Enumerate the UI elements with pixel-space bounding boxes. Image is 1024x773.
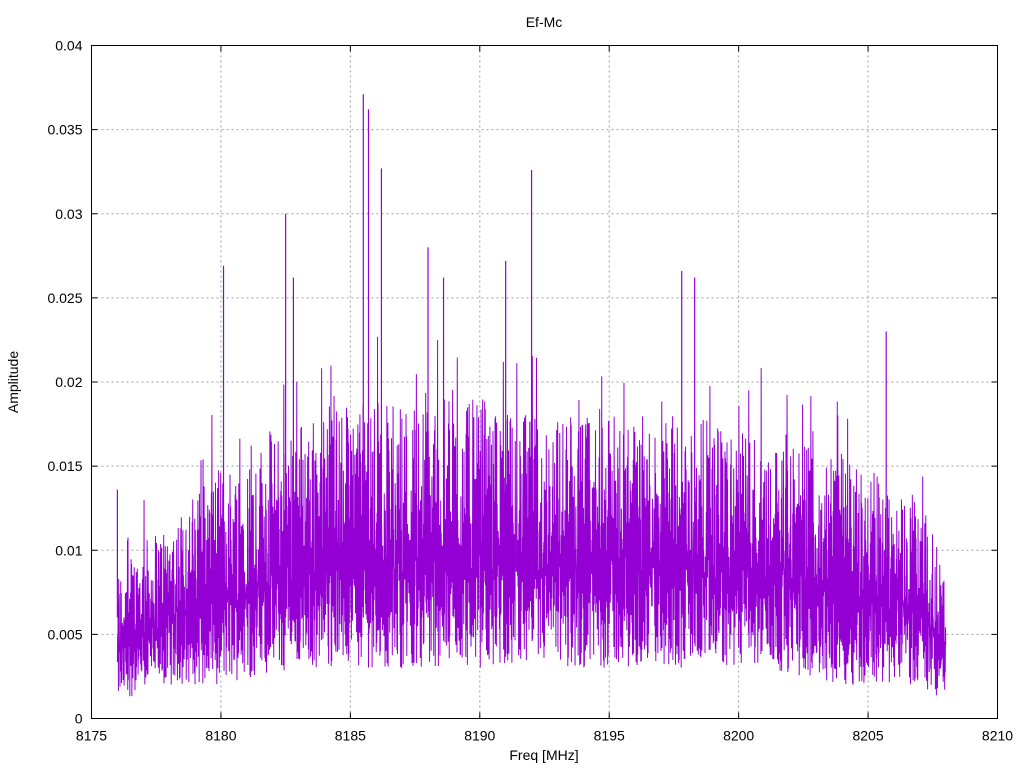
y-axis-label: Amplitude: [5, 351, 21, 413]
x-tick-label: 8185: [335, 728, 366, 744]
y-tick-label: 0.025: [47, 290, 82, 306]
y-tick-label: 0.02: [55, 374, 82, 390]
series-ef-mc: [116, 94, 947, 697]
x-tick-label: 8200: [723, 728, 754, 744]
y-tick-label: 0.035: [47, 122, 82, 138]
x-tick-label: 8205: [852, 728, 883, 744]
chart: 8175 8180 8185 8190 8195 8200 8205 8210 0 0.005 0.…: [5, 14, 1013, 763]
y-tick-label: 0.015: [47, 458, 82, 474]
y-tick-label: 0: [75, 711, 83, 727]
x-tick-label: 8210: [982, 728, 1013, 744]
y-tick-label: 0.01: [55, 542, 82, 558]
y-tick-label: 0.03: [55, 206, 82, 222]
chart-title: Ef-Mc: [526, 14, 563, 30]
x-tick-label: 8175: [76, 728, 107, 744]
x-tick-label: 8180: [205, 728, 236, 744]
x-tick-label: 8195: [594, 728, 625, 744]
y-tick-label: 0.04: [55, 38, 82, 54]
x-tick-label: 8190: [464, 728, 495, 744]
x-axis-label: Freq [MHz]: [509, 747, 578, 763]
y-tick-label: 0.005: [47, 626, 82, 642]
